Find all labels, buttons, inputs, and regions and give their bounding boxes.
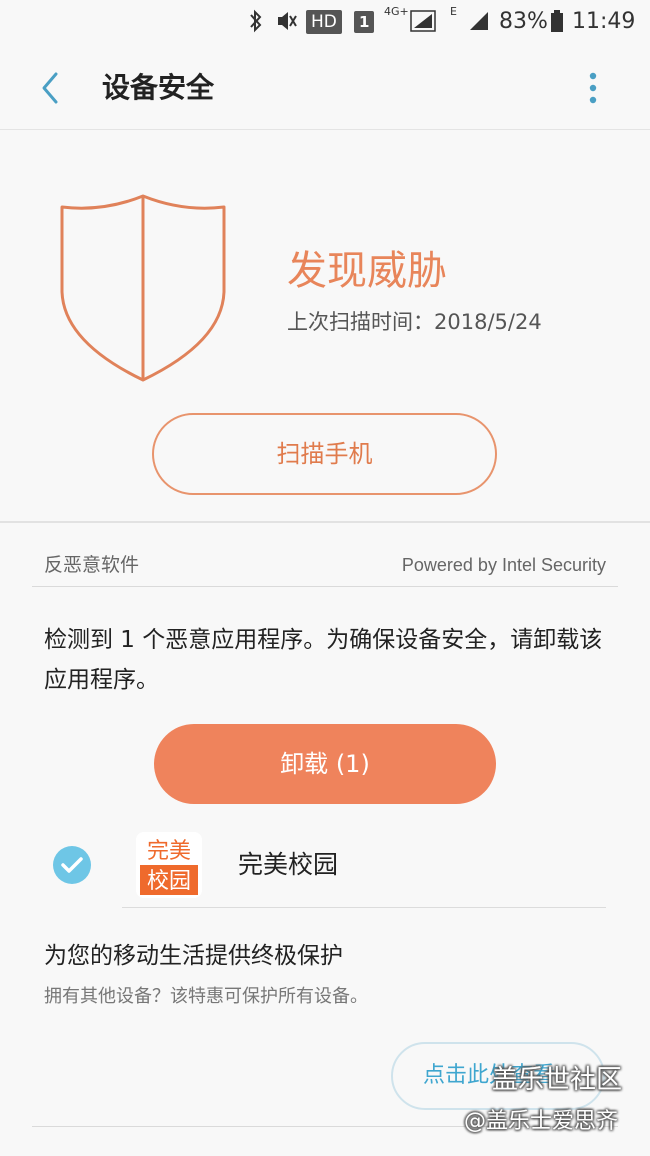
chevron-left-icon <box>42 72 58 104</box>
uninstall-button[interactable]: 卸载 (1) <box>154 724 496 804</box>
app-checkbox[interactable] <box>52 845 92 885</box>
app-icon-text-top: 完美 <box>147 839 191 864</box>
network-e-label: E <box>450 5 457 18</box>
promo-title: 为您的移动生活提供终极保护 <box>44 943 343 969</box>
clock: 11:49 <box>572 9 636 34</box>
battery-percent: 83% <box>499 9 548 34</box>
shield-icon <box>60 194 226 382</box>
section-divider <box>0 521 650 523</box>
watermark-line2: @盖乐士爱思齐 <box>464 1109 619 1134</box>
scan-phone-button[interactable]: 扫描手机 <box>152 413 497 495</box>
malware-description: 检测到 1 个恶意应用程序。为确保设备安全，请卸载该应用程序。 <box>44 627 603 693</box>
threat-status: 发现威胁 <box>287 248 447 294</box>
page-title: 设备安全 <box>102 71 215 104</box>
antimalware-section-label: 反恶意软件 <box>44 554 140 576</box>
section-rule <box>32 586 618 587</box>
app-header: 设备安全 <box>0 50 650 130</box>
more-options-button[interactable] <box>578 68 608 108</box>
more-vertical-icon <box>589 72 597 104</box>
powered-by-label: Powered by Intel Security <box>401 555 606 575</box>
app-icon: 完美 校园 <box>136 832 202 898</box>
hd-badge: HD <box>306 10 342 34</box>
network-4g-label: 4G+ <box>384 5 409 18</box>
app-icon-text-bottom: 校园 <box>147 869 191 894</box>
last-scan-time: 上次扫描时间：2018/5/24 <box>287 310 542 334</box>
bluetooth-icon <box>248 8 264 42</box>
signal-2-icon <box>466 8 492 42</box>
check-circle-icon <box>53 846 91 884</box>
status-bar: HD 1 4G+ E 83% 11:49 <box>0 0 650 44</box>
promo-subtitle: 拥有其他设备？该特惠可保护所有设备。 <box>44 986 368 1007</box>
signal-icon <box>410 8 438 42</box>
app-row-rule <box>122 907 606 908</box>
back-button[interactable] <box>32 68 72 108</box>
watermark-line1: 盖乐世社区 <box>492 1065 623 1095</box>
sim-badge: 1 <box>354 11 375 33</box>
app-name: 完美校园 <box>238 850 339 879</box>
battery-icon <box>550 8 564 42</box>
vibrate-mute-icon <box>274 8 298 42</box>
